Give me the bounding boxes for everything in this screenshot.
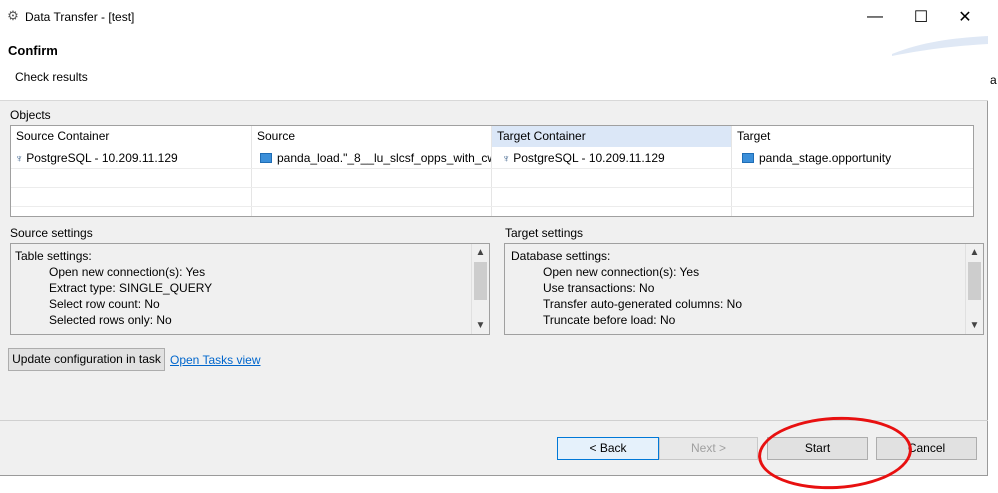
source-setting-line: Selected rows only: No [49,313,172,327]
target-container-value: PostgreSQL - 10.209.11.129 [513,151,665,165]
table-row[interactable]: ♆ PostgreSQL - 10.209.11.129 [11,148,251,168]
column-header-target-container[interactable]: Target Container [492,126,732,147]
source-container-value: PostgreSQL - 10.209.11.129 [26,151,178,165]
page-subtitle: Check results [15,70,88,84]
page-title: Confirm [8,43,58,58]
target-settings-heading: Database settings: [511,249,611,263]
source-settings-label: Source settings [10,226,93,240]
source-settings-heading: Table settings: [15,249,92,263]
window-title: Data Transfer - [test] [25,10,135,24]
table-icon [260,152,272,163]
column-header-source-container[interactable]: Source Container [11,126,252,147]
next-button[interactable]: Next > [659,437,758,460]
start-button[interactable]: Start [767,437,868,460]
table-cell-target[interactable]: panda_stage.opportunity [732,148,973,168]
maximize-icon: ☐ [913,9,929,26]
target-settings-label: Target settings [505,226,584,240]
close-button[interactable]: ✕ [942,0,988,34]
target-setting-line: Transfer auto-generated columns: No [543,297,742,311]
objects-label: Objects [10,108,51,122]
update-configuration-button[interactable]: Update configuration in task [8,348,165,371]
source-settings-box[interactable]: Table settings: Open new connection(s): … [10,243,490,335]
gear-icon: ⚙ [7,8,19,23]
close-icon: ✕ [958,9,972,26]
source-value: panda_load."_8__lu_slcsf_opps_with_cw_..… [277,151,491,165]
minimize-button[interactable]: — [852,0,898,34]
footer-separator [0,420,988,421]
column-header-target[interactable]: Target [732,126,973,147]
target-setting-line: Use transactions: No [543,281,655,295]
header-decoration-icon [892,36,988,56]
data-transfer-window: ⚙ Data Transfer - [test] — ☐ ✕ Confirm C… [0,0,988,476]
scroll-down-icon[interactable]: ▼ [966,317,983,334]
source-setting-line: Open new connection(s): Yes [49,265,206,279]
scroll-up-icon[interactable]: ▲ [472,244,489,261]
target-setting-line: Truncate before load: No [543,313,676,327]
table-cell-target-container[interactable]: ♆ PostgreSQL - 10.209.11.129 [492,148,731,168]
source-setting-line: Extract type: SINGLE_QUERY [49,281,213,295]
background-text: a [990,73,997,87]
elephant-icon: ♆ [15,153,24,165]
open-tasks-view-link[interactable]: Open Tasks view [170,353,261,367]
scroll-down-icon[interactable]: ▼ [472,317,489,334]
objects-table[interactable]: Source Container Source Target Container… [10,125,974,217]
scroll-up-icon[interactable]: ▲ [966,244,983,261]
target-settings-box[interactable]: Database settings: Open new connection(s… [504,243,984,335]
wizard-header: Confirm Check results [0,34,988,101]
table-cell-source[interactable]: panda_load."_8__lu_slcsf_opps_with_cw_..… [252,148,491,168]
back-button[interactable]: < Back [557,437,659,460]
target-setting-line: Open new connection(s): Yes [543,265,700,279]
scroll-thumb[interactable] [968,262,981,300]
elephant-icon: ♆ [502,153,511,165]
column-header-source[interactable]: Source [252,126,492,147]
source-settings-scrollbar[interactable]: ▲ ▼ [471,244,489,334]
title-bar: ⚙ Data Transfer - [test] — ☐ ✕ [0,0,988,34]
table-icon [742,152,754,163]
source-setting-line: Select row count: No [49,297,160,311]
target-settings-scrollbar[interactable]: ▲ ▼ [965,244,983,334]
target-value: panda_stage.opportunity [759,151,892,165]
cancel-button[interactable]: Cancel [876,437,977,460]
scroll-thumb[interactable] [474,262,487,300]
minimize-icon: — [867,8,883,25]
maximize-button[interactable]: ☐ [898,0,944,34]
